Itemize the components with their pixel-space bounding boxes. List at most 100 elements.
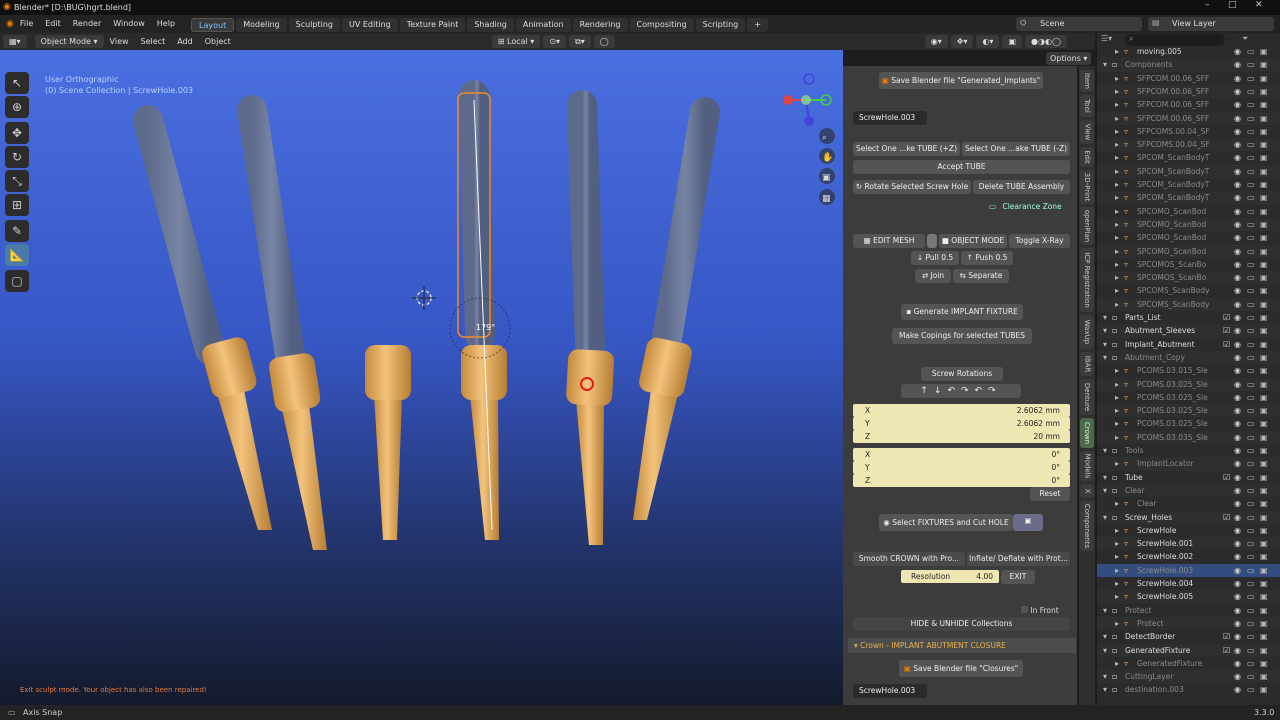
outliner-row[interactable]: ▸ ▿ PCOMS.03.025_Sle ◉ ▭ ▣ bbox=[1097, 404, 1280, 418]
visibility-eye-icon[interactable]: ◉ bbox=[1234, 98, 1241, 111]
collection-expand-icon[interactable]: ▾ bbox=[1103, 351, 1107, 364]
outliner-row[interactable]: ▾ ▫ Abutment_Sleeves ☑ ◉ ▭ ▣ bbox=[1097, 324, 1280, 338]
viewport-toggle-icon[interactable]: ▭ bbox=[1247, 205, 1255, 218]
object-expand-icon[interactable]: ▸ bbox=[1115, 657, 1119, 670]
object-expand-icon[interactable]: ▸ bbox=[1115, 577, 1119, 590]
viewport-toggle-icon[interactable]: ▭ bbox=[1247, 670, 1255, 683]
outliner-row[interactable]: ▾ ▫ Parts_List ☑ ◉ ▭ ▣ bbox=[1097, 311, 1280, 324]
outliner-row[interactable]: ▸ ▿ SPCOM_ScanBodyT ◉ ▭ ▣ bbox=[1097, 164, 1280, 178]
outliner-row[interactable]: ▾ ▫ Screw_Holes ☑ ◉ ▭ ▣ bbox=[1097, 510, 1280, 524]
viewport-toggle-icon[interactable]: ▭ bbox=[1247, 284, 1255, 297]
visibility-eye-icon[interactable]: ◉ bbox=[1234, 511, 1241, 524]
viewport-toggle-icon[interactable]: ▭ bbox=[1247, 577, 1255, 590]
collection-expand-icon[interactable]: ▾ bbox=[1103, 471, 1107, 484]
collection-expand-icon[interactable]: ▾ bbox=[1103, 311, 1107, 324]
render-toggle-icon[interactable]: ▣ bbox=[1260, 258, 1268, 271]
scale-tool-icon[interactable]: ⤡ bbox=[5, 170, 29, 192]
object-expand-icon[interactable]: ▸ bbox=[1115, 231, 1119, 244]
side-tab-denture[interactable]: Denture bbox=[1080, 379, 1094, 415]
viewport-toggle-icon[interactable]: ▭ bbox=[1247, 125, 1255, 138]
outliner-row[interactable]: ▸ ▿ SFPCOMS.00.04_SF ◉ ▭ ▣ bbox=[1097, 138, 1280, 152]
viewport-toggle-icon[interactable]: ▭ bbox=[1247, 191, 1255, 204]
viewport-toggle-icon[interactable]: ▭ bbox=[1247, 404, 1255, 417]
location-y-field[interactable]: Y 2.6062 mm bbox=[853, 417, 1070, 430]
outliner-row[interactable]: ▸ ▿ SPCOMOS_ScanBo ◉ ▭ ▣ bbox=[1097, 271, 1280, 285]
render-toggle-icon[interactable]: ▣ bbox=[1260, 378, 1268, 391]
cursor-tool-icon[interactable]: ⊕ bbox=[5, 96, 29, 118]
outliner-row[interactable]: ▸ ▿ SPCOMO_ScanBod ◉ ▭ ▣ bbox=[1097, 244, 1280, 258]
object-expand-icon[interactable]: ▸ bbox=[1115, 138, 1119, 151]
outliner-row[interactable]: ▸ ▿ Protect ◉ ▭ ▣ bbox=[1097, 616, 1280, 631]
outliner-row[interactable]: ▸ ▿ ImplantLocator ◉ ▭ ▣ bbox=[1097, 457, 1280, 471]
save-closures-button[interactable]: ▣ Save Blender file "Closures" bbox=[899, 660, 1023, 677]
select-fixtures-button[interactable]: ◉ Select FIXTURES and Cut HOLE bbox=[879, 514, 1013, 531]
object-expand-icon[interactable]: ▸ bbox=[1115, 85, 1119, 98]
collection-expand-icon[interactable]: ▾ bbox=[1103, 58, 1107, 71]
annotate-tool-icon[interactable]: ✎ bbox=[5, 220, 29, 242]
accept-tube-button[interactable]: Accept TUBE bbox=[853, 160, 1070, 174]
rotation-y-field[interactable]: Y 0° bbox=[853, 461, 1070, 474]
viewport-toggle-icon[interactable]: ▭ bbox=[1247, 72, 1255, 85]
object-expand-icon[interactable]: ▸ bbox=[1115, 364, 1119, 377]
visibility-eye-icon[interactable]: ◉ bbox=[1234, 165, 1241, 178]
fixture-color-swatch[interactable]: ▣ bbox=[1013, 514, 1043, 531]
include-checkbox-icon[interactable]: ☑ bbox=[1223, 630, 1230, 643]
outliner-row[interactable]: ▸ ▿ ScrewHole.004 ◉ ▭ ▣ bbox=[1097, 577, 1280, 590]
side-tab-openplan[interactable]: openPlan bbox=[1080, 207, 1094, 245]
viewport-toggle-icon[interactable]: ▭ bbox=[1247, 165, 1255, 178]
render-toggle-icon[interactable]: ▣ bbox=[1260, 497, 1268, 510]
pull-button[interactable]: ↓ Pull 0.5 bbox=[911, 251, 959, 265]
render-toggle-icon[interactable]: ▣ bbox=[1260, 298, 1268, 311]
implant-5[interactable] bbox=[566, 90, 615, 545]
render-toggle-icon[interactable]: ▣ bbox=[1260, 511, 1268, 524]
outliner-row[interactable]: ▸ ▿ GeneratedFixture ◉ ▭ ▣ bbox=[1097, 657, 1280, 670]
render-toggle-icon[interactable]: ▣ bbox=[1260, 112, 1268, 125]
render-toggle-icon[interactable]: ▣ bbox=[1260, 178, 1268, 191]
visibility-eye-icon[interactable]: ◉ bbox=[1234, 537, 1241, 550]
object-expand-icon[interactable]: ▸ bbox=[1115, 431, 1119, 444]
3d-viewport[interactable]: ⌕ ✋ ▣ ▦ 179° Exit sculpt mode. Your object … bbox=[0, 50, 843, 705]
outliner-row[interactable]: ▸ ▿ SPCOM_ScanBodyT ◉ ▭ ▣ bbox=[1097, 151, 1280, 164]
generate-fixture-button[interactable]: ▪ Generate IMPLANT FIXTURE bbox=[901, 304, 1023, 320]
outliner-row[interactable]: ▾ ▫ Implant_Abutment ☑ ◉ ▭ ▣ bbox=[1097, 338, 1280, 351]
object-expand-icon[interactable]: ▸ bbox=[1115, 537, 1119, 550]
viewport-toggle-icon[interactable]: ▭ bbox=[1247, 644, 1255, 657]
render-toggle-icon[interactable]: ▣ bbox=[1260, 205, 1268, 218]
object-expand-icon[interactable]: ▸ bbox=[1115, 524, 1119, 537]
render-toggle-icon[interactable]: ▣ bbox=[1260, 85, 1268, 98]
render-toggle-icon[interactable]: ▣ bbox=[1260, 471, 1268, 484]
outliner-row[interactable]: ▸ ▿ SPCOMS_ScanBody ◉ ▭ ▣ bbox=[1097, 284, 1280, 297]
object-expand-icon[interactable]: ▸ bbox=[1115, 497, 1119, 510]
render-toggle-icon[interactable]: ▣ bbox=[1260, 58, 1268, 71]
visibility-eye-icon[interactable]: ◉ bbox=[1234, 604, 1241, 617]
minimize-icon[interactable]: – bbox=[1205, 0, 1210, 10]
hide-unhide-button[interactable]: HIDE & UNHIDE Collections bbox=[853, 617, 1070, 631]
outliner-row[interactable]: ▸ ▿ ScrewHole.003 ◉ ▭ ▣ bbox=[1097, 563, 1280, 577]
outliner-row[interactable]: ▸ ▿ SFPCOM.00.06_SFF ◉ ▭ ▣ bbox=[1097, 72, 1280, 85]
toggle-xray-button[interactable]: Toggle X-Ray bbox=[1009, 234, 1070, 248]
viewport-toggle-icon[interactable]: ▭ bbox=[1247, 444, 1255, 457]
viewport-toggle-icon[interactable]: ▭ bbox=[1247, 178, 1255, 191]
outliner-row[interactable]: ▸ ▿ moving.005 ◉ ▭ ▣ bbox=[1097, 45, 1280, 58]
in-front-checkbox[interactable]: In Front bbox=[1021, 606, 1059, 615]
render-toggle-icon[interactable]: ▣ bbox=[1260, 125, 1268, 138]
viewport-toggle-icon[interactable]: ▭ bbox=[1247, 683, 1255, 696]
side-tab-x[interactable]: X bbox=[1080, 484, 1094, 498]
tab-rendering[interactable]: Rendering bbox=[572, 18, 628, 32]
render-toggle-icon[interactable]: ▣ bbox=[1260, 311, 1268, 324]
outliner-row[interactable]: ▸ ▿ SFPCOM.00.06_SFF ◉ ▭ ▣ bbox=[1097, 111, 1280, 125]
viewport-toggle-icon[interactable]: ▭ bbox=[1247, 497, 1255, 510]
visibility-eye-icon[interactable]: ◉ bbox=[1234, 324, 1241, 337]
implant-3[interactable] bbox=[365, 85, 411, 540]
exit-button[interactable]: EXIT bbox=[1001, 570, 1035, 584]
render-toggle-icon[interactable]: ▣ bbox=[1260, 484, 1268, 497]
pivot-icon[interactable]: ⊙▾ bbox=[543, 35, 567, 48]
outliner-row[interactable]: ▸ ▿ SPCOMO_ScanBod ◉ ▭ ▣ bbox=[1097, 231, 1280, 244]
tab-animation[interactable]: Animation bbox=[515, 18, 571, 32]
outliner-row[interactable]: ▸ ▿ PCOMS.03.035_Sle ◉ ▭ ▣ bbox=[1097, 430, 1280, 444]
visibility-eye-icon[interactable]: ◉ bbox=[1234, 391, 1241, 404]
inflate-deflate-button[interactable]: Inflate/ Deflate with Prot... bbox=[967, 552, 1070, 566]
visibility-eye-icon[interactable]: ◉ bbox=[1234, 644, 1241, 657]
visibility-eye-icon[interactable]: ◉ bbox=[1234, 417, 1241, 430]
menu-render[interactable]: Render bbox=[67, 15, 107, 33]
